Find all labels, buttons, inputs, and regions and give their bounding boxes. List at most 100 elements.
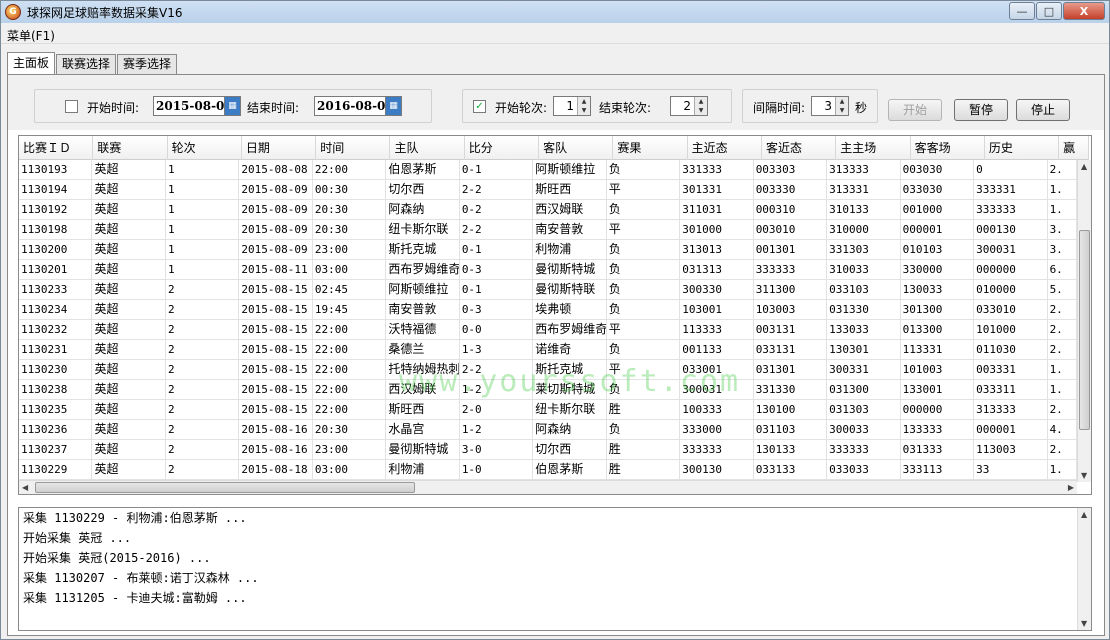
- start-button[interactable]: 开始: [888, 99, 942, 121]
- spin-arrows-icon[interactable]: ▲ ▼: [577, 97, 590, 115]
- table-cell: 1130198: [19, 220, 93, 240]
- table-row[interactable]: 1130233 英超 2 2015-08-15 02:45 阿斯顿维拉 0-1 曼彻斯特联负 3…: [19, 280, 1077, 300]
- table-row[interactable]: 1130194 英超 1 2015-08-09 00:30 切尔西 2-2 斯旺西平 30133…: [19, 180, 1077, 200]
- close-button[interactable]: X: [1063, 2, 1105, 20]
- table-cell: 阿斯顿维拉: [533, 160, 607, 180]
- scroll-up-icon[interactable]: ▲: [1081, 510, 1087, 519]
- spin-arrows-icon[interactable]: ▲ ▼: [694, 97, 707, 115]
- table-cell: 2015-08-09: [239, 180, 313, 200]
- table-cell: 1-2: [460, 380, 534, 400]
- column-header[interactable]: 主队: [390, 136, 465, 160]
- scroll-up-icon[interactable]: ▲: [1081, 162, 1087, 171]
- spin-arrows-icon[interactable]: ▲ ▼: [835, 97, 848, 115]
- table-cell: 011030: [974, 340, 1048, 360]
- table-row[interactable]: 1130198 英超 1 2015-08-09 20:30 纽卡斯尔联 2-2 南安普敦平 30…: [19, 220, 1077, 240]
- table-cell: 1-3: [460, 340, 534, 360]
- end-round-value: 2: [683, 99, 691, 113]
- end-round-stepper[interactable]: 2 ▲ ▼: [670, 96, 708, 116]
- column-header[interactable]: 比赛ＩＤ: [19, 136, 94, 160]
- column-header[interactable]: 客客场: [911, 136, 985, 160]
- table-cell: 33: [974, 460, 1048, 480]
- table-cell: 纽卡斯尔联: [533, 400, 607, 420]
- minimize-button[interactable]: —: [1009, 2, 1035, 20]
- scroll-left-icon[interactable]: ◀: [22, 483, 28, 492]
- menu-main[interactable]: 菜单(F1): [7, 27, 55, 44]
- table-row[interactable]: 1130201 英超 1 2015-08-11 03:00 西布罗姆维奇 0-3 曼彻斯特城负…: [19, 260, 1077, 280]
- table-cell: 5.: [1048, 280, 1077, 300]
- table-row[interactable]: 1130237 英超 2 2015-08-16 23:00 曼彻斯特城 3-0 切尔西胜 333…: [19, 440, 1077, 460]
- table-cell: 2: [166, 460, 240, 480]
- end-date-picker[interactable]: 2016-08-05 ▦: [314, 96, 402, 116]
- table-cell: 2-0: [460, 400, 534, 420]
- table-cell: 负: [607, 260, 681, 280]
- table-row[interactable]: 1130229 英超 2 2015-08-18 03:00 利物浦 1-0 伯恩茅斯胜 3001…: [19, 460, 1077, 480]
- column-header[interactable]: 主主场: [836, 136, 911, 160]
- log-vertical-scrollbar[interactable]: ▲ ▼: [1077, 508, 1091, 630]
- start-round-stepper[interactable]: 1 ▲ ▼: [553, 96, 591, 116]
- column-header[interactable]: 赢: [1059, 136, 1089, 160]
- column-header[interactable]: 轮次: [168, 136, 242, 160]
- start-date-picker[interactable]: 2015-08-01 ▦: [153, 96, 241, 116]
- table-cell: 2.: [1048, 340, 1077, 360]
- table-cell: 英超: [92, 240, 166, 260]
- stop-button[interactable]: 停止: [1016, 99, 1070, 121]
- table-row[interactable]: 1130230 英超 2 2015-08-15 22:00 托特纳姆热刺 2-2 斯托克城平 0…: [19, 360, 1077, 380]
- scroll-down-icon[interactable]: ▼: [1081, 619, 1087, 628]
- scroll-down-icon[interactable]: ▼: [1081, 471, 1087, 480]
- scroll-right-icon[interactable]: ▶: [1068, 483, 1074, 492]
- table-row[interactable]: 1130238 英超 2 2015-08-15 22:00 西汉姆联 1-2 莱切斯特城负 30…: [19, 380, 1077, 400]
- table-cell: 1130193: [19, 160, 93, 180]
- table-row[interactable]: 1130235 英超 2 2015-08-15 22:00 斯旺西 2-0 纽卡斯尔联胜 100…: [19, 400, 1077, 420]
- table-cell: 101003: [901, 360, 975, 380]
- column-header[interactable]: 客近态: [762, 136, 837, 160]
- table-row[interactable]: 1130231 英超 2 2015-08-15 22:00 桑德兰 1-3 诺维奇负 00113…: [19, 340, 1077, 360]
- tab-league-select[interactable]: 联赛选择: [56, 54, 117, 74]
- table-cell: 英超: [92, 380, 166, 400]
- table-cell: 033010: [974, 300, 1048, 320]
- scroll-thumb[interactable]: [1079, 230, 1090, 430]
- tab-main-panel[interactable]: 主面板: [7, 52, 56, 74]
- table-row[interactable]: 1130193 英超 1 2015-08-08 22:00 伯恩茅斯 0-1 阿斯顿维拉负 33…: [19, 160, 1077, 180]
- table-row[interactable]: 1130192 英超 1 2015-08-09 20:30 阿森纳 0-2 西汉姆联负 3110…: [19, 200, 1077, 220]
- table-cell: 031333: [901, 440, 975, 460]
- table-cell: 负: [607, 200, 681, 220]
- column-header[interactable]: 时间: [316, 136, 391, 160]
- column-header[interactable]: 日期: [242, 136, 317, 160]
- table-row[interactable]: 1130234 英超 2 2015-08-15 19:45 南安普敦 0-3 埃弗顿负 1030…: [19, 300, 1077, 320]
- column-header[interactable]: 联赛: [93, 136, 168, 160]
- table-cell: 2015-08-09: [239, 240, 313, 260]
- column-header[interactable]: 历史: [985, 136, 1060, 160]
- table-row[interactable]: 1130236 英超 2 2015-08-16 20:30 水晶宫 1-2 阿森纳负 33300…: [19, 420, 1077, 440]
- column-header[interactable]: 比分: [465, 136, 540, 160]
- interval-unit: 秒: [855, 101, 868, 115]
- tab-season-select[interactable]: 赛季选择: [117, 54, 178, 74]
- table-cell: 2015-08-08: [239, 160, 313, 180]
- calendar-icon[interactable]: ▦: [224, 97, 240, 115]
- calendar-icon[interactable]: ▦: [385, 97, 401, 115]
- match-data-grid[interactable]: 比赛ＩＤ 联赛 轮次 日期 时间 主队 比分 客队 赛果 主近态 客近态 主主场 客客场 历史赢 1130…: [18, 135, 1092, 495]
- log-output[interactable]: 采集 1130229 - 利物浦:伯恩茅斯 ... 开始采集 英冠 ... 开始…: [18, 507, 1092, 631]
- table-cell: 311031: [680, 200, 754, 220]
- grid-vertical-scrollbar[interactable]: ▲ ▼: [1077, 160, 1091, 482]
- table-cell: 1130232: [19, 320, 93, 340]
- table-cell: 031313: [680, 260, 754, 280]
- column-header[interactable]: 赛果: [613, 136, 688, 160]
- start-time-checkbox[interactable]: [65, 100, 78, 113]
- pause-button[interactable]: 暂停: [954, 99, 1008, 121]
- start-round-value: 1: [566, 99, 574, 113]
- scroll-thumb[interactable]: [35, 482, 415, 493]
- table-cell: 曼彻斯特城: [533, 260, 607, 280]
- column-header[interactable]: 客队: [539, 136, 614, 160]
- table-row[interactable]: 1130232 英超 2 2015-08-15 22:00 沃特福德 0-0 西布罗姆维奇平 1…: [19, 320, 1077, 340]
- maximize-button[interactable]: □: [1036, 2, 1062, 20]
- table-cell: 313013: [680, 240, 754, 260]
- grid-horizontal-scrollbar[interactable]: ◀ ▶: [19, 480, 1077, 494]
- table-cell: 130301: [827, 340, 901, 360]
- column-header[interactable]: 主近态: [688, 136, 762, 160]
- start-round-checkbox[interactable]: ✓: [473, 100, 486, 113]
- interval-stepper[interactable]: 3 ▲ ▼: [811, 96, 849, 116]
- table-row[interactable]: 1130200 英超 1 2015-08-09 23:00 斯托克城 0-1 利物浦负 3130…: [19, 240, 1077, 260]
- table-cell: 313331: [827, 180, 901, 200]
- table-cell: 英超: [92, 180, 166, 200]
- table-cell: 0-1: [460, 160, 534, 180]
